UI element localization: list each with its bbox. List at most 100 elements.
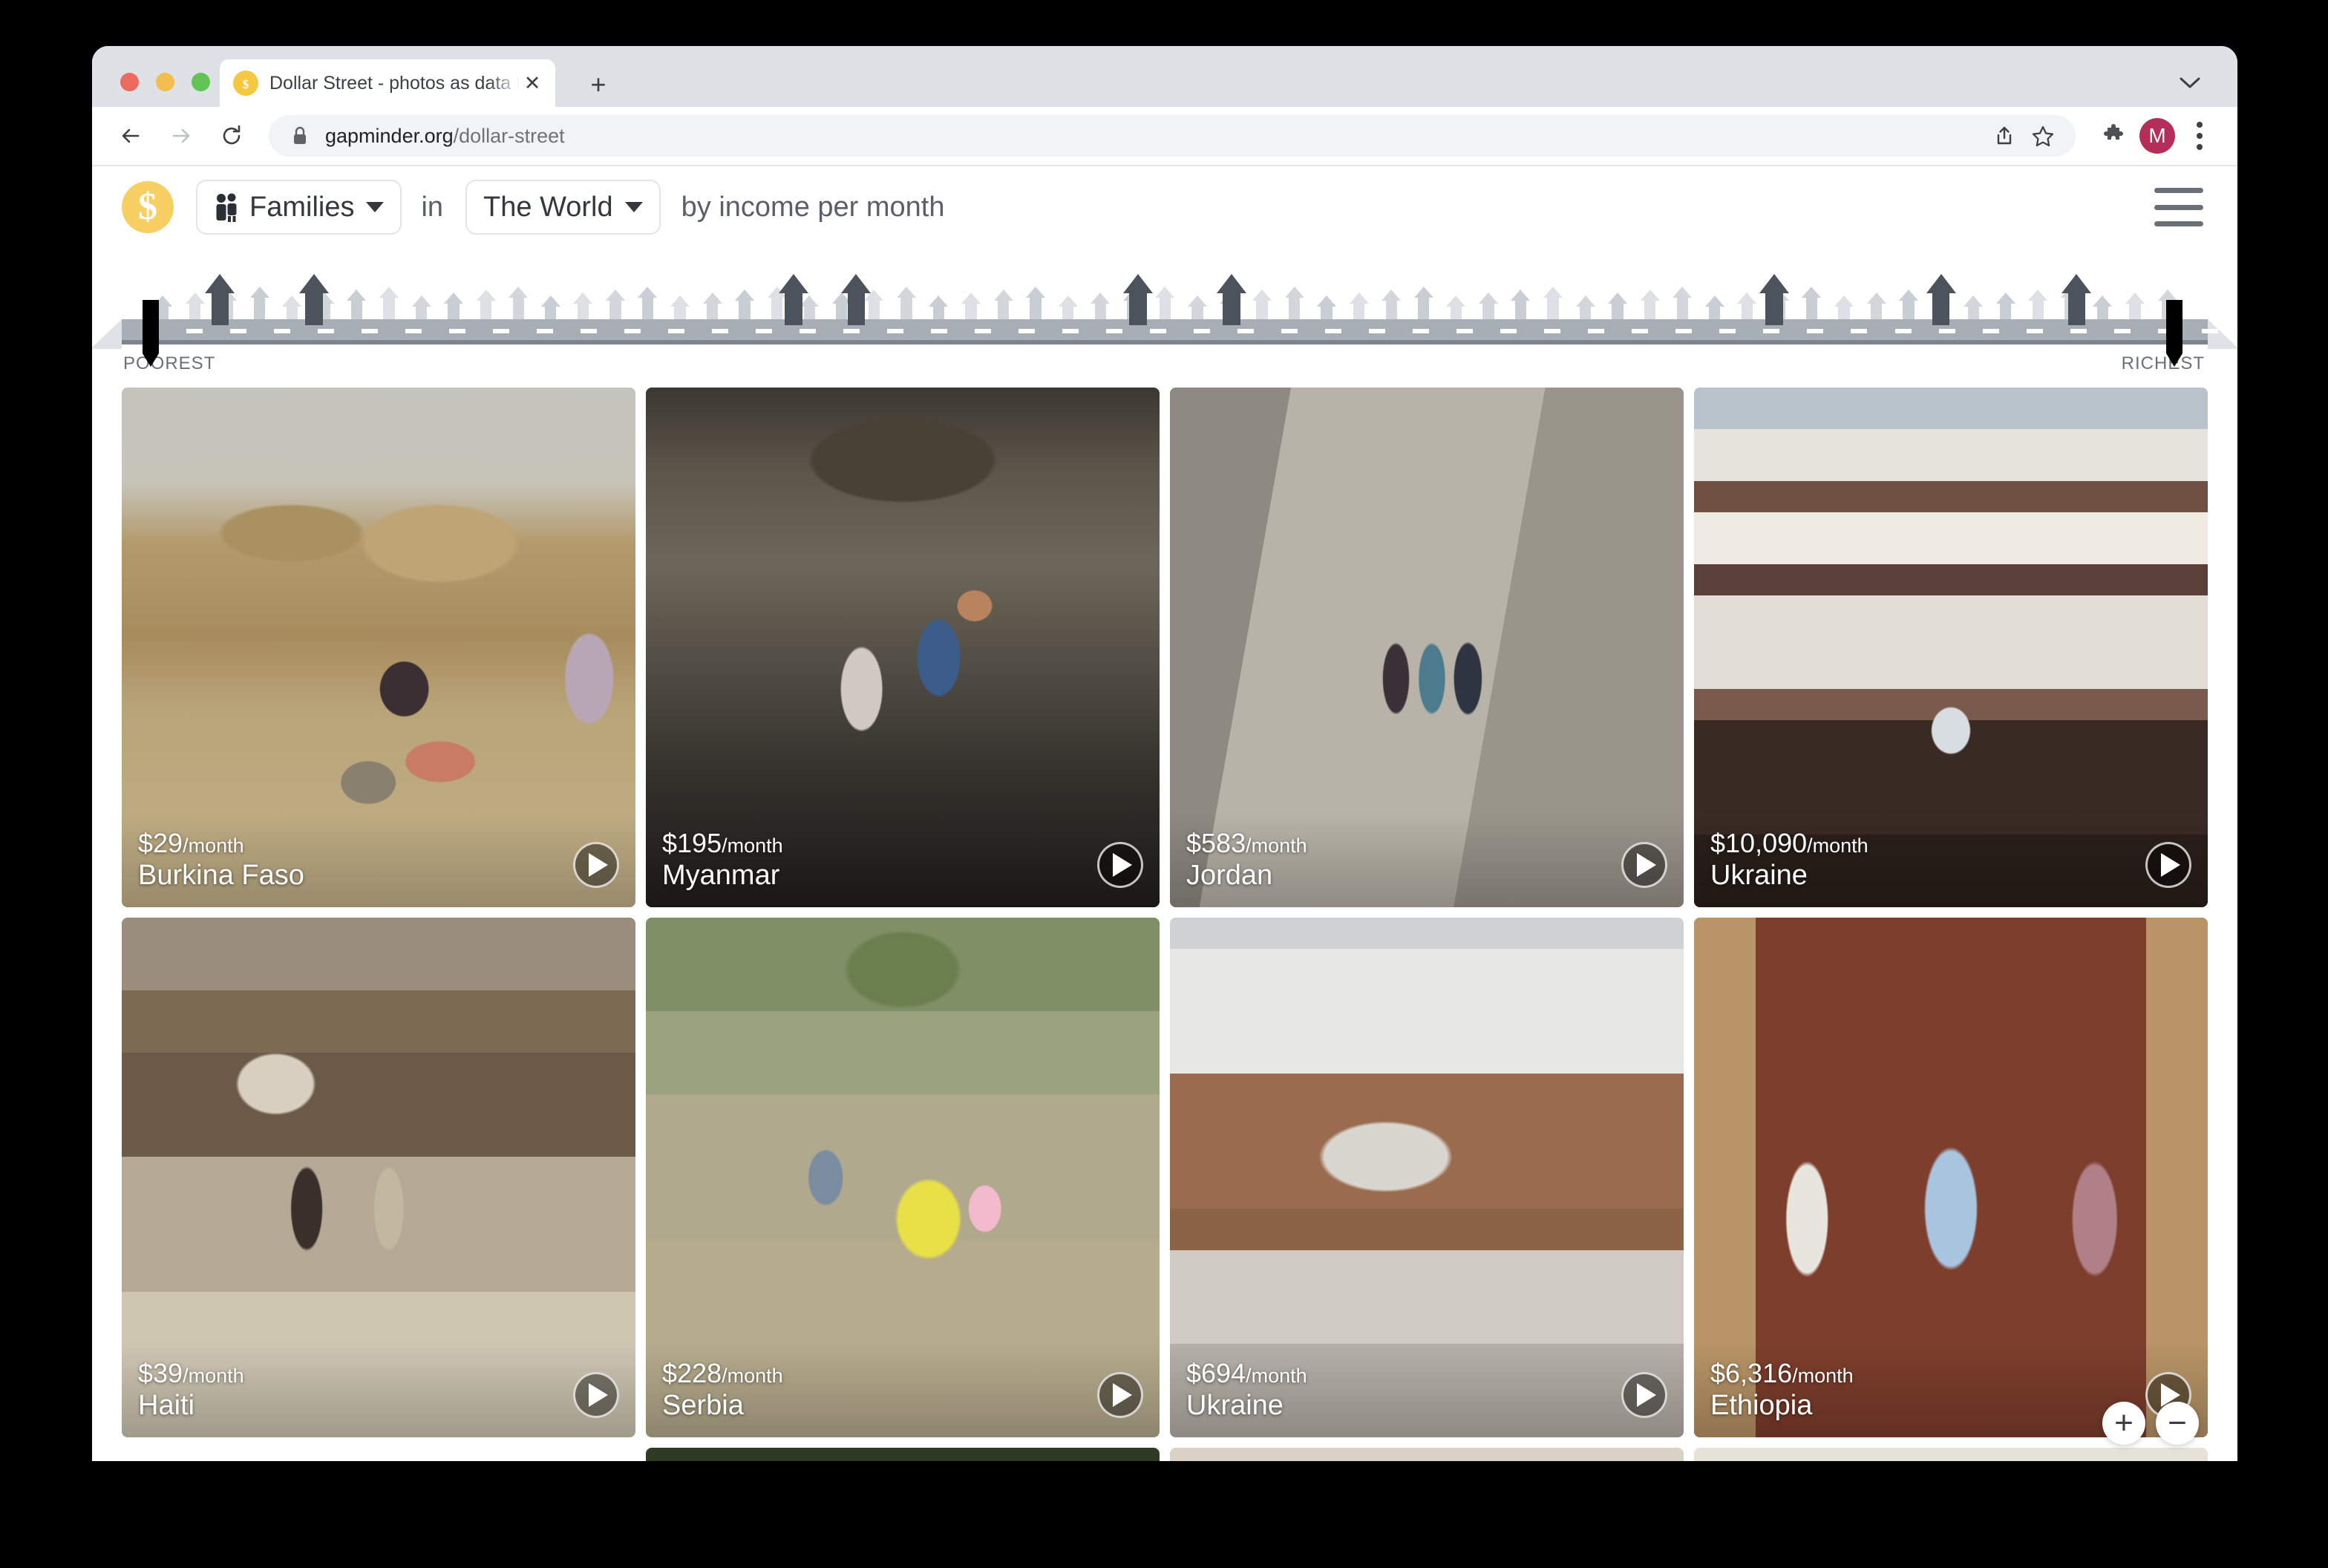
zoom-in-button[interactable]: +	[2102, 1402, 2145, 1445]
photo-card[interactable]: $228/month Serbia	[646, 918, 1160, 1437]
measure-text: by income per month	[681, 191, 945, 223]
reload-icon[interactable]	[212, 117, 251, 155]
slider-handle-poorest[interactable]	[143, 300, 160, 367]
play-icon[interactable]	[1621, 842, 1667, 888]
income-period: /month	[1792, 1364, 1854, 1387]
photo-card[interactable]: $694/month Ukraine	[1170, 918, 1684, 1437]
hamburger-menu-icon[interactable]	[2154, 188, 2203, 226]
minimize-window-button[interactable]	[156, 73, 174, 91]
road-dash	[405, 329, 422, 333]
photo-card[interactable]: $6,316/month Ethiopia	[1694, 918, 2208, 1437]
share-icon[interactable]	[1985, 117, 2024, 155]
road-dash	[537, 329, 554, 333]
highlighted-house[interactable]	[1217, 274, 1247, 325]
address-bar[interactable]: gapminder.org/dollar-street	[269, 115, 2076, 157]
entity-selector-label: Families	[249, 191, 355, 223]
road-dash	[581, 329, 598, 333]
new-tab-button[interactable]: +	[582, 68, 615, 101]
road-dash	[931, 329, 948, 333]
road-dash	[1456, 329, 1474, 333]
zoom-out-button[interactable]: −	[2156, 1402, 2199, 1445]
slider-handle-richest[interactable]	[2165, 300, 2182, 367]
photo-card[interactable]: $583/month Jordan	[1170, 388, 1684, 907]
photo-caption: $29/month Burkina Faso	[138, 828, 304, 892]
play-icon[interactable]	[573, 1372, 619, 1418]
photo-card[interactable]	[1170, 1448, 1684, 1461]
play-icon[interactable]	[1097, 842, 1143, 888]
income-street-slider[interactable]	[92, 254, 2237, 367]
place-selector[interactable]: The World	[465, 180, 661, 235]
dollar-street-logo[interactable]: $	[122, 181, 174, 233]
puzzle-piece-icon[interactable]	[2093, 115, 2135, 157]
road-dash	[1851, 329, 1868, 333]
road-dash	[843, 329, 860, 333]
chevron-down-icon	[366, 202, 385, 212]
highlighted-house[interactable]	[779, 274, 809, 325]
connector-word: in	[421, 191, 444, 223]
richest-label: RICHEST	[2121, 353, 2205, 373]
photo-caption: $694/month Ukraine	[1186, 1358, 1307, 1422]
chevron-down-icon	[624, 202, 643, 212]
road-dash	[1588, 329, 1605, 333]
highlighted-house[interactable]	[841, 274, 872, 325]
url-path: /dollar-street	[453, 124, 565, 147]
income-amount: $39	[138, 1357, 183, 1388]
star-icon[interactable]	[2024, 117, 2062, 155]
road-dash	[2070, 329, 2087, 333]
road-dash	[1325, 329, 1342, 333]
chevron-down-icon[interactable]	[2174, 67, 2206, 99]
photo-caption: $195/month Myanmar	[662, 828, 783, 892]
photo-card[interactable]	[1694, 1448, 2208, 1461]
photo-card[interactable]	[122, 1448, 635, 1461]
avatar[interactable]: M	[2139, 118, 2175, 154]
country-name: Ukraine	[1710, 860, 1808, 892]
highlighted-house[interactable]	[298, 274, 329, 325]
income-period: /month	[1246, 1364, 1307, 1387]
play-icon[interactable]	[573, 842, 619, 888]
forward-arrow-icon	[162, 117, 200, 155]
houses-row	[122, 254, 2208, 325]
income-amount: $694	[1186, 1357, 1246, 1388]
road-dash	[2113, 329, 2131, 333]
road-dash	[493, 329, 510, 333]
country-name: Burkina Faso	[138, 860, 304, 892]
highlighted-house[interactable]	[205, 274, 235, 325]
family-people-icon	[214, 192, 239, 222]
photo-card[interactable]	[646, 1448, 1160, 1461]
income-value: $39/month	[138, 1358, 244, 1389]
country-name: Jordan	[1186, 860, 1273, 892]
photo-caption: $583/month Jordan	[1186, 828, 1307, 892]
photo-card[interactable]: $39/month Haiti	[122, 918, 635, 1437]
back-arrow-icon[interactable]	[111, 117, 150, 155]
country-name: Haiti	[138, 1390, 195, 1422]
entity-selector[interactable]: Families	[196, 180, 402, 235]
highlighted-house[interactable]	[1926, 274, 1956, 325]
browser-tab[interactable]: $ Dollar Street - photos as data t ✕	[220, 59, 555, 107]
play-icon[interactable]	[1097, 1372, 1143, 1418]
window-controls	[120, 73, 210, 91]
play-icon[interactable]	[1621, 1372, 1667, 1418]
highlighted-house[interactable]	[2061, 274, 2092, 325]
highlighted-house[interactable]	[1122, 274, 1153, 325]
income-period: /month	[722, 1364, 783, 1387]
photo-card[interactable]: $29/month Burkina Faso	[122, 388, 635, 907]
close-icon[interactable]: ✕	[520, 71, 545, 96]
slider-end-labels: POOREST RICHEST	[122, 350, 2208, 382]
maximize-window-button[interactable]	[192, 73, 210, 91]
road-dash	[2026, 329, 2043, 333]
road-dash	[1719, 329, 1736, 333]
highlighted-house[interactable]	[1759, 274, 1789, 325]
income-amount: $29	[138, 827, 183, 858]
close-window-button[interactable]	[120, 73, 139, 91]
play-icon[interactable]	[2145, 842, 2191, 888]
photo-caption: $228/month Serbia	[662, 1358, 783, 1422]
road-dash	[1369, 329, 1386, 333]
three-dot-menu-icon[interactable]	[2180, 115, 2220, 157]
road-dash	[1150, 329, 1167, 333]
income-period: /month	[183, 1364, 244, 1387]
photo-card[interactable]: $10,090/month Ukraine	[1694, 388, 2208, 907]
photo-card[interactable]: $195/month Myanmar	[646, 388, 1160, 907]
income-amount: $6,316	[1710, 1357, 1793, 1388]
road-dash	[1675, 329, 1693, 333]
place-selector-label: The World	[483, 191, 613, 223]
